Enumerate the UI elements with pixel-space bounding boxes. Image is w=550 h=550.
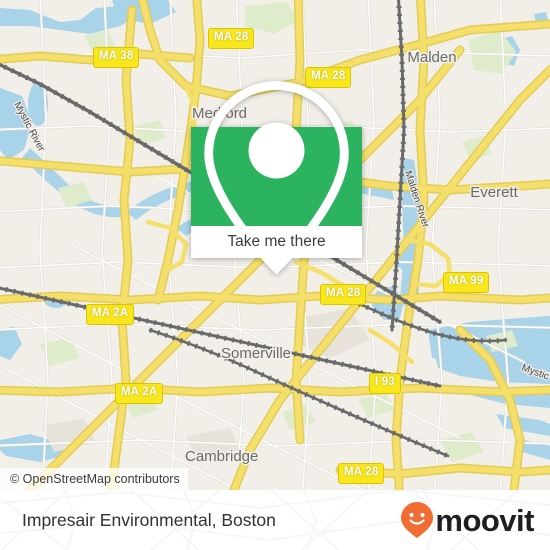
- take-me-there-label: Take me there: [227, 233, 326, 250]
- moovit-brand[interactable]: moovit: [400, 501, 534, 539]
- map-screenshot: .w { fill:#a8d3e8; } .grn { fill:#dfeccb…: [0, 0, 550, 550]
- location-pin-icon: [204, 80, 349, 275]
- location-popup[interactable]: Take me there: [191, 80, 362, 275]
- footer-bar: Impresair Environmental, Boston moovit: [0, 490, 550, 550]
- popup-header: [191, 80, 362, 275]
- road-shield-ma-2a[interactable]: MA 2A: [115, 383, 164, 404]
- city-label: Malden: [407, 49, 456, 66]
- road-shield-ma-2a[interactable]: MA 2A: [86, 304, 135, 325]
- road-shield-ma-99[interactable]: MA 99: [443, 272, 490, 293]
- openstreetmap-attribution[interactable]: © OpenStreetMap contributors: [0, 468, 188, 490]
- road-shield-ma-38[interactable]: MA 38: [93, 47, 140, 68]
- road-shield-ma-28[interactable]: MA 28: [338, 463, 385, 484]
- place-title: Impresair Environmental, Boston: [22, 509, 276, 530]
- map-canvas[interactable]: .w { fill:#a8d3e8; } .grn { fill:#dfeccb…: [0, 0, 550, 490]
- moovit-wordmark: moovit: [435, 502, 534, 538]
- popup-pointer-tail: [263, 258, 290, 271]
- city-label: Everett: [470, 184, 518, 201]
- city-label: Cambridge: [185, 448, 258, 465]
- moovit-smiley-pin-icon: [401, 502, 434, 538]
- attribution-text: © OpenStreetMap contributors: [10, 472, 180, 486]
- road-shield-i-93[interactable]: I 93: [369, 373, 401, 394]
